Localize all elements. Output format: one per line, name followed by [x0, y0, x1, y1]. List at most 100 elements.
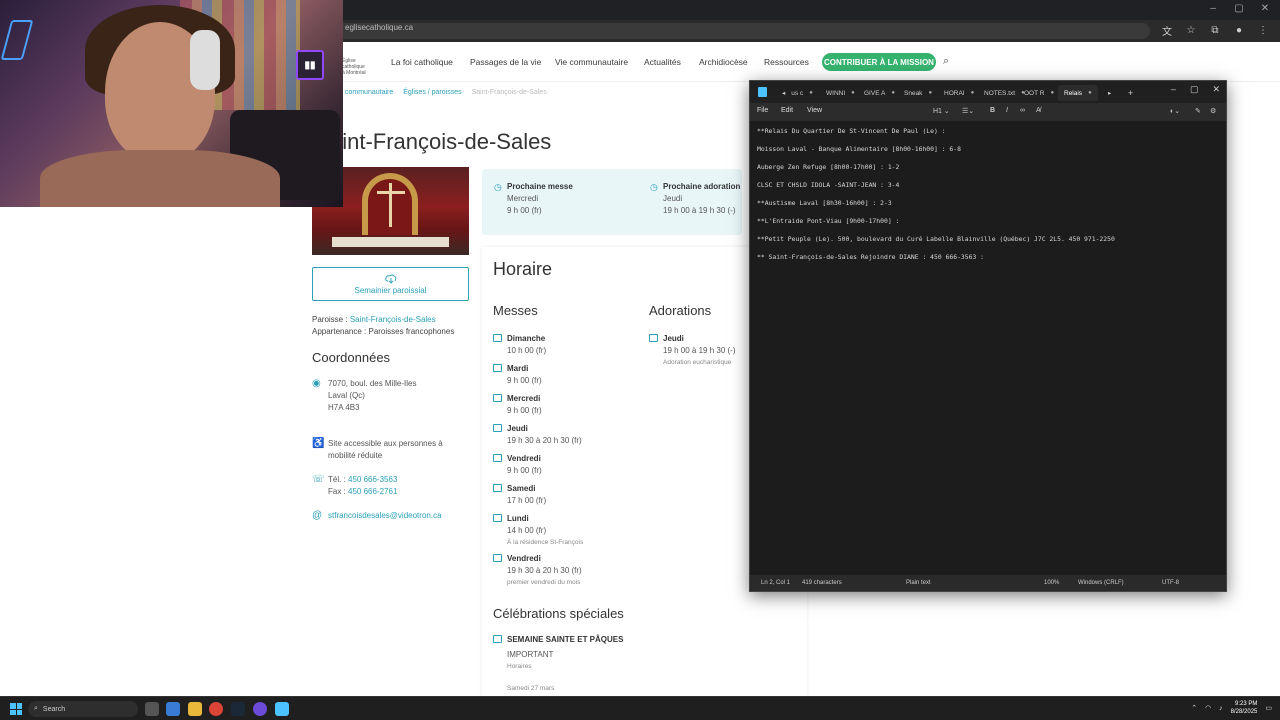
address-bar[interactable] — [290, 23, 1150, 39]
notepad-taskbar-icon[interactable] — [275, 702, 289, 716]
close-icon[interactable]: ✕ — [1260, 3, 1270, 14]
next-adoration: ◷ Prochaine adoration Jeudi 19 h 00 à 19… — [650, 182, 741, 215]
heading-dropdown[interactable]: H1 ⌄ — [933, 107, 950, 115]
windows-start-icon[interactable] — [10, 703, 22, 715]
encoding[interactable]: UTF-8 — [1162, 580, 1179, 586]
maximize-icon[interactable]: ▢ — [1190, 84, 1199, 95]
breadcrumb-item[interactable]: Églises / paroisses — [403, 89, 461, 96]
menu-view[interactable]: View — [807, 107, 822, 114]
notepad-window: ◂ us c ● WINNI ● GIVE A ● Sneak ● HORAI ● NOT… — [749, 80, 1227, 592]
copilot-icon[interactable] — [166, 702, 180, 716]
mass-item: Vendredi 19 h 30 à 20 h 30 (fr) premier ve… — [493, 553, 582, 589]
copilot-icon[interactable]: ◐⌄ — [1170, 107, 1180, 115]
clock[interactable]: 9:23 PM 8/28/2025 — [1231, 700, 1258, 716]
extensions-icon[interactable]: ⧉ — [1208, 23, 1222, 37]
breadcrumb: communautaire Églises / paroisses Saint-… — [345, 89, 547, 96]
chrome-icon[interactable] — [209, 702, 223, 716]
text-line: **Austisme Laval [8h30-16h00] : 2-3 — [757, 199, 892, 207]
line-ending[interactable]: Windows (CRLF) — [1078, 580, 1124, 586]
minimize-icon[interactable]: – — [1171, 84, 1176, 95]
nav-vie-communautaire[interactable]: Vie communautaire — [555, 57, 628, 67]
nav-passages-de-la-vie[interactable]: Passages de la vie — [470, 57, 541, 67]
notepad-editor[interactable]: **Relais Du Quartier De St-Vincent De Pa… — [750, 121, 1226, 577]
zoom-level[interactable]: 100% — [1044, 580, 1059, 586]
notepad-tab[interactable]: HORAI ● — [938, 85, 980, 101]
calendar-icon — [493, 514, 502, 522]
char-count: 419 characters — [802, 580, 842, 586]
notepad-tab[interactable]: WINNI ● — [820, 85, 861, 101]
list-icon[interactable]: ☰⌄ — [962, 107, 974, 115]
taskbar-search[interactable]: ⌕ Search — [28, 701, 138, 717]
nav-foi-catholique[interactable]: La foi catholique — [391, 57, 453, 67]
gear-icon[interactable]: ⚙ — [1210, 107, 1216, 115]
steam-icon[interactable] — [231, 702, 245, 716]
text-mode[interactable]: Plain text — [906, 580, 931, 586]
semainier-label: Semainier paroissial — [354, 285, 427, 295]
breadcrumb-item[interactable]: communautaire — [345, 89, 393, 96]
address-text[interactable]: eglisecatholique.ca — [345, 23, 413, 32]
nav-actualites[interactable]: Actualités — [644, 57, 681, 67]
bold-icon[interactable]: B — [990, 107, 995, 114]
appartenance: Appartenance : Paroisses francophones — [312, 327, 455, 336]
messes-heading: Messes — [493, 303, 538, 318]
browser-window-controls: – ▢ ✕ — [1208, 3, 1270, 14]
notepad-tab-strip: ◂ us c ● WINNI ● GIVE A ● Sneak ● HORAI ● NOT… — [750, 81, 1226, 103]
notepad-tab[interactable]: Sneak ● — [898, 85, 938, 101]
maximize-icon[interactable]: ▢ — [1234, 3, 1244, 14]
notifications-icon[interactable]: ▭ — [1265, 704, 1272, 712]
search-icon[interactable]: ⌕ — [943, 55, 949, 68]
wifi-icon[interactable]: ◠ — [1205, 704, 1211, 712]
notepad-tab[interactable]: ◂ us c ● — [776, 85, 819, 101]
task-view-icon[interactable] — [145, 702, 159, 716]
ai-rewrite-icon[interactable]: ✎ — [1195, 107, 1201, 115]
clock-icon: ◷ — [494, 182, 502, 192]
email-link[interactable]: stfrancoisdesales@videotron.ca — [328, 510, 442, 522]
next-events-box: ◷ Prochaine messe Mercredi 9 h 00 (fr) ◷… — [482, 169, 742, 235]
star-icon[interactable]: ☆ — [1184, 23, 1198, 37]
minimize-icon[interactable]: – — [1208, 3, 1218, 14]
calendar-icon — [493, 334, 502, 342]
italic-icon[interactable]: I — [1006, 107, 1008, 114]
tab-scroll-icon[interactable]: ▸ — [1102, 85, 1117, 101]
obs-icon[interactable] — [253, 702, 267, 716]
translate-icon[interactable]: 文 — [1160, 23, 1174, 38]
phone-link[interactable]: 450 666-3563 — [348, 475, 397, 484]
volume-icon[interactable]: ♪ — [1219, 705, 1223, 712]
profile-icon[interactable]: ● — [1232, 23, 1246, 37]
clear-format-icon[interactable]: A̸ — [1036, 107, 1041, 114]
breadcrumb-current: Saint-François-de-Sales — [471, 89, 547, 96]
menu-edit[interactable]: Edit — [781, 107, 793, 114]
link-icon[interactable]: ∞ — [1020, 107, 1025, 114]
parish-link[interactable]: Saint-François-de-Sales — [350, 315, 436, 324]
contribute-button[interactable]: CONTRIBUER À LA MISSION — [822, 53, 936, 71]
celebrations-heading: Célébrations spéciales — [493, 606, 624, 621]
adoration-item: Jeudi 19 h 00 à 19 h 30 (-) Adoration euch… — [649, 333, 736, 369]
site-logo[interactable]: Église catholique à Montréal — [342, 58, 382, 76]
horaire-heading: Horaire — [493, 259, 553, 279]
calendar-icon — [493, 424, 502, 432]
text-line: Auberge Zen Refuge [8h00-17h00] : 1-2 — [757, 163, 900, 171]
notepad-tab-active[interactable]: Relais ● — [1058, 85, 1098, 101]
mass-item: Vendredi 9 h 00 (fr) — [493, 453, 542, 477]
notepad-tab[interactable]: GIVE A ● — [858, 85, 901, 101]
semainier-button[interactable]: Semainier paroissial — [312, 267, 469, 301]
notepad-tab[interactable]: OOT R ● — [1018, 85, 1060, 101]
fax-link[interactable]: 450 666-2761 — [348, 487, 397, 496]
chevron-up-icon[interactable]: ⌃ — [1191, 704, 1197, 712]
calendar-icon — [493, 364, 502, 372]
new-tab-icon[interactable]: + — [1122, 85, 1139, 101]
mass-item: Dimanche 10 h 00 (fr) — [493, 333, 546, 357]
coordonnees-heading: Coordonnées — [312, 350, 391, 365]
menu-file[interactable]: File — [757, 107, 768, 114]
close-icon[interactable]: ✕ — [1212, 84, 1220, 95]
calendar-icon — [493, 635, 502, 643]
menu-icon[interactable]: ⋮ — [1256, 23, 1270, 37]
location-pin-icon: ◉ — [312, 378, 321, 389]
page-title: aint-François-de-Sales — [330, 129, 552, 154]
nav-ressources[interactable]: Ressources — [764, 57, 809, 67]
file-explorer-icon[interactable] — [188, 702, 202, 716]
nav-archidiocese[interactable]: Archidiocèse — [699, 57, 748, 67]
next-mass: ◷ Prochaine messe Mercredi 9 h 00 (fr) — [494, 182, 573, 215]
webcam-overlay: ▮▮ — [0, 0, 343, 207]
mass-item: Mardi 9 h 00 (fr) — [493, 363, 542, 387]
